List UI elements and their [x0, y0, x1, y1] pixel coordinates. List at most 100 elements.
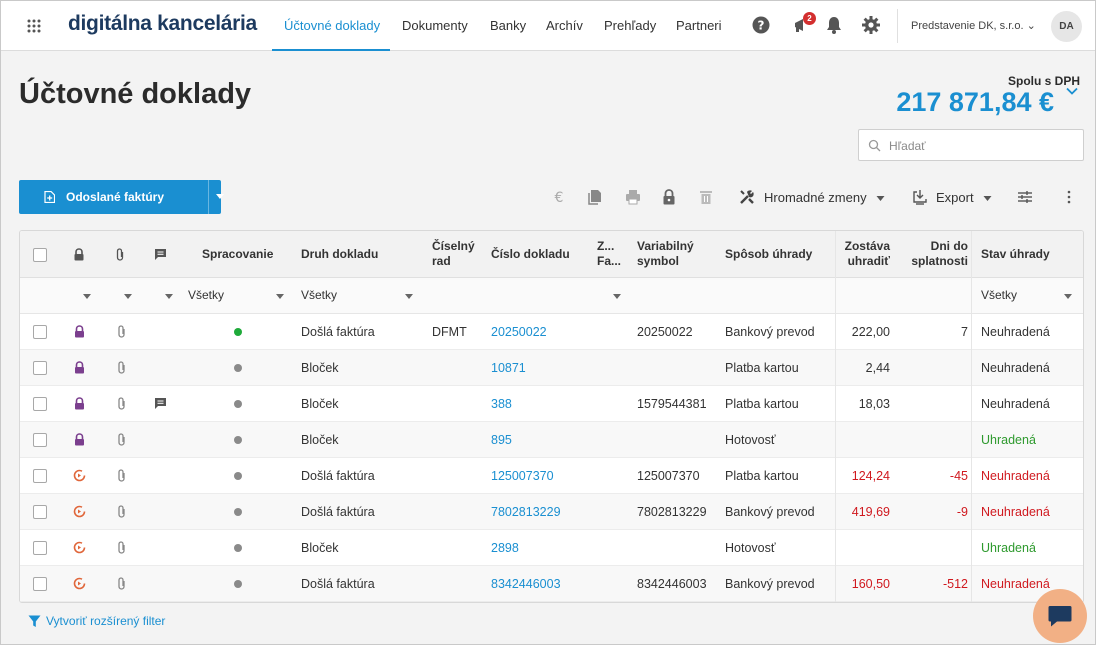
paperclip-icon[interactable] [115, 325, 128, 338]
tab-partneri[interactable]: Partneri [676, 18, 722, 33]
doc-number-link[interactable]: 388 [491, 397, 512, 411]
table-row[interactable]: Bloček 10871 Platba kartou 2,44 Neuhradená [20, 350, 1083, 386]
row-checkbox[interactable] [33, 505, 47, 519]
brand-logo[interactable]: digitálna kancelária [68, 12, 257, 36]
bulk-changes-menu[interactable]: Hromadné zmeny [764, 190, 885, 205]
row-checkbox[interactable] [33, 541, 47, 555]
search-input[interactable] [889, 136, 1074, 156]
table-row[interactable]: Došlá faktúra DFMT 20250022 20250022 Bankový… [20, 314, 1083, 350]
table-row[interactable]: Bloček 388 1579544381 Platba kartou 18,03 Neu… [20, 386, 1083, 422]
recycle-icon[interactable] [73, 469, 86, 482]
tab-prehlady[interactable]: Prehľady [604, 18, 656, 33]
grid-icon[interactable] [26, 18, 42, 34]
more-vertical-icon[interactable] [1061, 189, 1077, 205]
header-payment-method[interactable]: Spôsob úhrady [725, 247, 812, 262]
sliders-icon[interactable] [1017, 189, 1033, 205]
trash-icon[interactable] [698, 189, 714, 205]
table-row[interactable]: Došlá faktúra 8342446003 8342446003 Bankový… [20, 566, 1083, 602]
caret-down-icon[interactable] [216, 194, 224, 200]
print-icon[interactable] [625, 189, 641, 205]
processing-filter[interactable]: Všetky [188, 288, 224, 302]
lock-icon[interactable] [73, 397, 86, 410]
doc-type-filter[interactable]: Všetky [301, 288, 337, 302]
export-icon[interactable] [912, 189, 928, 205]
doc-number-link[interactable]: 2898 [491, 541, 519, 555]
paperclip-icon[interactable] [115, 361, 128, 374]
header-days[interactable]: Dni do splatnosti [906, 239, 968, 269]
payment-method-cell: Hotovosť [725, 433, 776, 447]
comment-icon[interactable] [154, 397, 167, 410]
row-checkbox[interactable] [33, 469, 47, 483]
paperclip-icon[interactable] [115, 397, 128, 410]
tab-archiv[interactable]: Archív [546, 18, 583, 33]
chat-button[interactable] [1033, 589, 1087, 643]
comment-filter-caret-icon[interactable] [165, 294, 173, 299]
row-checkbox[interactable] [33, 361, 47, 375]
table-row[interactable]: Došlá faktúra 7802813229 7802813229 Bankový… [20, 494, 1083, 530]
paperclip-icon[interactable] [115, 433, 128, 446]
help-icon[interactable]: ? [751, 15, 771, 35]
doc-number-link[interactable]: 8342446003 [491, 577, 561, 591]
gear-icon[interactable] [861, 15, 881, 35]
notification-badge: 2 [803, 12, 816, 25]
search-box[interactable] [858, 129, 1084, 161]
processing-filter-caret-icon[interactable] [276, 294, 284, 299]
doc-number-link[interactable]: 20250022 [491, 325, 547, 339]
recycle-icon[interactable] [73, 577, 86, 590]
recycle-icon[interactable] [73, 541, 86, 554]
row-checkbox[interactable] [33, 325, 47, 339]
paperclip-icon[interactable] [115, 541, 128, 554]
row-checkbox[interactable] [33, 577, 47, 591]
table-row[interactable]: Došlá faktúra 125007370 125007370 Platba ka… [20, 458, 1083, 494]
header-doc-number[interactable]: Číslo dokladu [491, 247, 570, 262]
lock-icon[interactable] [73, 433, 86, 446]
header-doc-type[interactable]: Druh dokladu [301, 247, 378, 262]
company-selector[interactable]: Predstavenie DK, s.r.o. ⌄ [911, 19, 1036, 32]
tab-dokumenty[interactable]: Dokumenty [402, 18, 468, 33]
lock-filter-caret-icon[interactable] [83, 294, 91, 299]
table-row[interactable]: Bloček 895 Hotovosť Uhradená [20, 422, 1083, 458]
bell-icon[interactable] [824, 15, 844, 35]
lock-icon[interactable] [661, 189, 677, 205]
lock-icon[interactable] [73, 361, 86, 374]
paperclip-icon[interactable] [115, 577, 128, 590]
header-processing[interactable]: Spracovanie [202, 247, 273, 262]
active-tab-indicator [272, 49, 390, 51]
header-var-symbol[interactable]: Variabilný symbol [637, 239, 694, 269]
header-payment-status[interactable]: Stav úhrady [981, 247, 1050, 262]
tab-banky[interactable]: Banky [490, 18, 526, 33]
header-remaining[interactable]: Zostáva uhradiť [832, 239, 890, 269]
tools-icon[interactable] [739, 189, 755, 205]
payment-method-cell: Platba kartou [725, 469, 799, 483]
doc-number-link[interactable]: 125007370 [491, 469, 554, 483]
payment-status-filter[interactable]: Všetky [981, 288, 1017, 302]
export-menu[interactable]: Export [936, 190, 992, 205]
document-type-button[interactable]: Odoslané faktúry [19, 180, 224, 214]
doc-number-link[interactable]: 10871 [491, 361, 526, 375]
attachment-filter-caret-icon[interactable] [124, 294, 132, 299]
copy-icon[interactable] [587, 189, 603, 205]
doc-type-filter-caret-icon[interactable] [405, 294, 413, 299]
doc-number-link[interactable]: 7802813229 [491, 505, 561, 519]
days-due-cell: -9 [956, 505, 968, 519]
var-symbol-cell: 1579544381 [637, 397, 707, 411]
header-z[interactable]: Z... Fa... [597, 239, 621, 269]
paperclip-icon[interactable] [115, 469, 128, 482]
header-var-symbol-line1: Variabilný [637, 239, 694, 253]
z-filter-caret-icon[interactable] [613, 294, 621, 299]
euro-icon[interactable]: € [551, 189, 567, 205]
row-checkbox[interactable] [33, 397, 47, 411]
recycle-icon[interactable] [73, 505, 86, 518]
table-row[interactable]: Bloček 2898 Hotovosť Uhradená [20, 530, 1083, 566]
header-remaining-line1: Zostáva [844, 239, 890, 253]
payment-status-filter-caret-icon[interactable] [1064, 294, 1072, 299]
row-checkbox[interactable] [33, 433, 47, 447]
chevron-down-icon[interactable] [1065, 84, 1079, 98]
doc-number-link[interactable]: 895 [491, 433, 512, 447]
paperclip-icon[interactable] [115, 505, 128, 518]
lock-icon[interactable] [73, 325, 86, 338]
select-all-checkbox[interactable] [33, 248, 47, 262]
avatar[interactable]: DA [1051, 11, 1082, 42]
header-series[interactable]: Číselný rad [432, 239, 475, 269]
tab-uctovne-doklady[interactable]: Účtovné doklady [284, 18, 380, 33]
